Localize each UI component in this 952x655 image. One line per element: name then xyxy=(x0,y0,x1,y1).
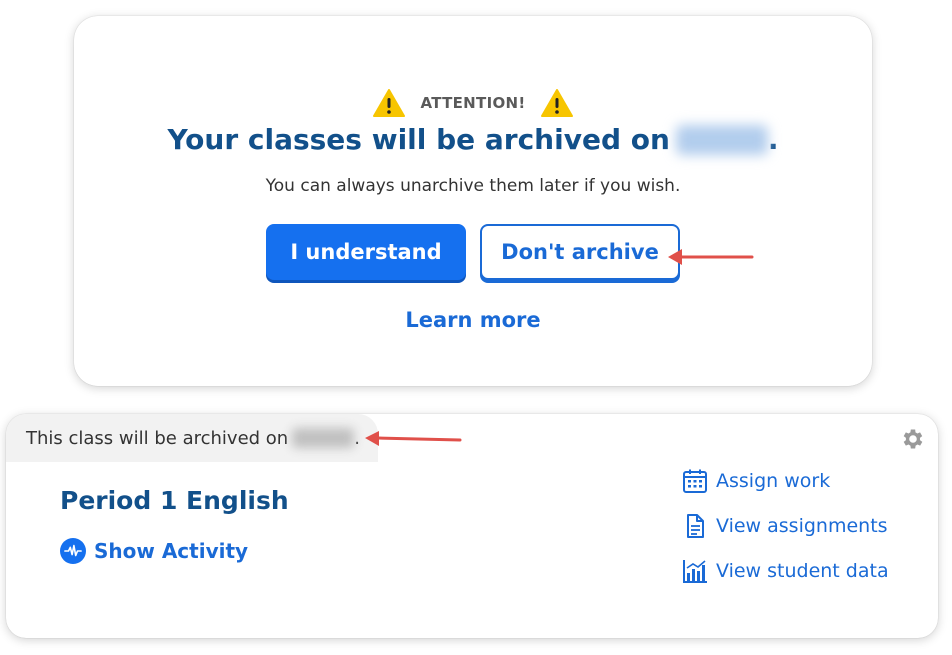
show-activity-link[interactable]: Show Activity xyxy=(60,538,248,564)
bar-chart-icon xyxy=(683,560,707,583)
view-student-data-label: View student data xyxy=(716,560,889,582)
view-assignments-label: View assignments xyxy=(716,515,888,537)
activity-icon xyxy=(60,538,86,564)
redacted-date xyxy=(675,125,768,155)
warning-icon xyxy=(540,88,574,118)
redacted-date xyxy=(292,428,355,448)
attention-row: ATTENTION! xyxy=(74,88,872,118)
class-card: This class will be archived on. Period 1… xyxy=(6,414,938,638)
document-icon xyxy=(687,514,704,538)
warning-icon xyxy=(372,88,406,118)
archive-banner-period: . xyxy=(354,427,360,449)
i-understand-button[interactable]: I understand xyxy=(266,224,466,280)
dont-archive-button[interactable]: Don't archive xyxy=(480,224,680,280)
show-activity-label: Show Activity xyxy=(94,539,249,563)
gear-icon[interactable] xyxy=(900,426,926,452)
view-assignments-link[interactable]: View assignments xyxy=(682,513,888,539)
view-student-data-link[interactable]: View student data xyxy=(682,558,889,584)
unarchive-note: You can always unarchive them later if y… xyxy=(265,176,681,196)
learn-more-link[interactable]: Learn more xyxy=(74,308,872,332)
headline-period: . xyxy=(767,123,779,156)
archive-banner: This class will be archived on. xyxy=(6,414,378,462)
assign-work-link[interactable]: Assign work xyxy=(682,468,830,494)
assign-work-label: Assign work xyxy=(716,470,831,492)
archive-alert-card: ATTENTION! Your classes will be archived… xyxy=(74,16,872,386)
attention-label: ATTENTION! xyxy=(420,94,526,112)
headline-text: Your classes will be archived on xyxy=(167,123,670,156)
class-name[interactable]: Period 1 English xyxy=(60,486,289,515)
archive-headline: Your classes will be archived on. xyxy=(74,123,872,156)
archive-banner-text: This class will be archived on xyxy=(26,427,289,449)
calendar-icon xyxy=(683,469,707,493)
